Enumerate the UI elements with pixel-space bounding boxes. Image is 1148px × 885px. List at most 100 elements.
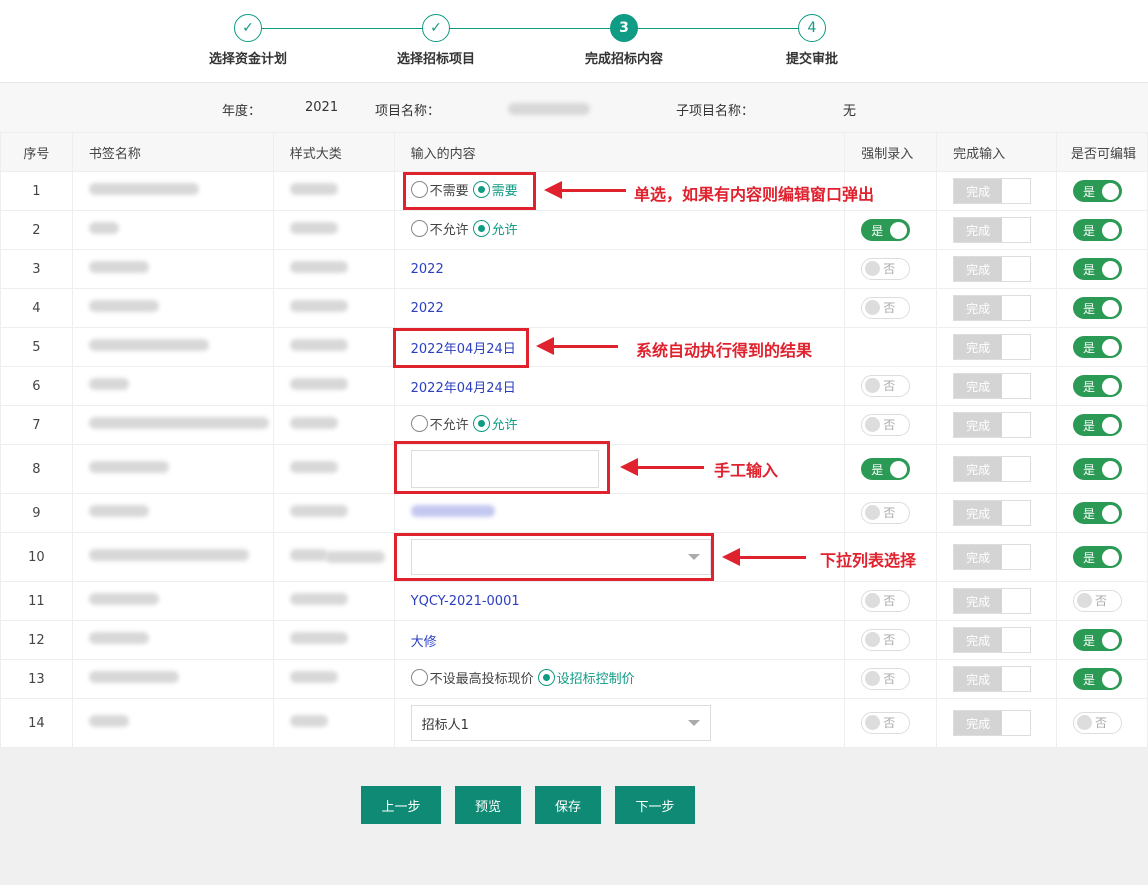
row-index: 11 (0, 581, 73, 621)
force-toggle[interactable]: 否 (861, 667, 911, 690)
done-toggle[interactable]: 完成 (953, 178, 1032, 204)
toggle-label: 否 (1095, 594, 1108, 609)
toggle-label: 是 (871, 223, 884, 238)
force-cell: 否 (844, 581, 938, 621)
content-value-redacted (410, 505, 495, 517)
done-toggle[interactable]: 完成 (953, 456, 1032, 482)
force-toggle[interactable]: 否 (861, 711, 911, 734)
done-toggle[interactable]: 完成 (953, 627, 1032, 653)
content-cell (393, 493, 846, 533)
done-toggle[interactable]: 完成 (953, 544, 1032, 570)
editable-toggle[interactable]: 是 (1073, 258, 1123, 280)
radio-option[interactable]: 设招标控制价 (537, 668, 635, 687)
editable-toggle[interactable]: 是 (1073, 219, 1123, 241)
done-toggle[interactable]: 完成 (953, 295, 1032, 321)
done-toggle[interactable]: 完成 (953, 666, 1032, 692)
radio-option[interactable]: 允许 (472, 414, 518, 433)
style-category-redacted (272, 288, 395, 328)
force-toggle[interactable]: 否 (861, 628, 911, 651)
toggle-knob (865, 261, 881, 277)
radio-label: 允许 (491, 223, 518, 238)
toggle-label: 是 (1083, 301, 1096, 316)
project-value-redacted (508, 103, 590, 115)
editable-toggle[interactable]: 是 (1073, 297, 1123, 319)
next-step-button[interactable]: 下一步 (615, 786, 695, 824)
save-button[interactable]: 保存 (535, 786, 601, 824)
radio-option[interactable]: 不允许 (410, 219, 469, 238)
bookmark-name-redacted (71, 288, 274, 328)
toggle-knob (1102, 670, 1120, 688)
preview-button[interactable]: 预览 (455, 786, 521, 824)
editable-cell: 是 (1056, 620, 1148, 660)
annotation-note: 下拉列表选择 (820, 551, 917, 570)
table-row: 3 2022 否 完成 是 (0, 249, 1148, 289)
editable-toggle[interactable]: 是 (1073, 668, 1123, 690)
content-cell: YQCY-2021-0001 (393, 581, 846, 621)
editable-toggle[interactable]: 是 (1073, 336, 1123, 358)
toggle-label: 否 (883, 379, 896, 394)
radio-label: 不允许 (429, 223, 469, 238)
force-toggle[interactable]: 否 (861, 257, 911, 280)
annotation-arrow (544, 181, 626, 199)
style-category-redacted (272, 210, 395, 250)
toggle-knob (865, 300, 881, 316)
toggle-knob (1102, 182, 1120, 200)
editable-cell: 是 (1056, 171, 1148, 211)
done-cell: 完成 (936, 659, 1058, 699)
done-toggle[interactable]: 完成 (953, 500, 1032, 526)
toggle-knob (1102, 338, 1120, 356)
done-toggle[interactable]: 完成 (953, 710, 1032, 736)
table-row: 12 大修 否 完成 是 (0, 620, 1148, 660)
editable-toggle[interactable]: 否 (1073, 589, 1123, 612)
toggle-label: 是 (1083, 506, 1096, 521)
editable-toggle[interactable]: 是 (1073, 458, 1123, 480)
toggle-label: 是 (1083, 462, 1096, 477)
table-row: 7 不允许 允许 否 完成 是 (0, 405, 1148, 445)
force-toggle[interactable]: 否 (861, 501, 911, 524)
col-editable: 是否可编辑 (1056, 132, 1148, 172)
step-label: 选择招标项目 (396, 52, 475, 67)
col-bookmark: 书签名称 (71, 132, 274, 172)
editable-toggle[interactable]: 是 (1073, 414, 1123, 436)
row-index: 5 (0, 327, 73, 367)
step-number: 4 (798, 14, 826, 42)
done-toggle[interactable]: 完成 (953, 217, 1032, 243)
toggle-label: 是 (1083, 418, 1096, 433)
done-toggle[interactable]: 完成 (953, 334, 1032, 360)
editable-toggle[interactable]: 否 (1073, 711, 1123, 734)
done-toggle[interactable]: 完成 (953, 412, 1032, 438)
force-toggle[interactable]: 否 (861, 413, 911, 436)
dropdown-select[interactable]: 招标人1 (410, 705, 711, 741)
editable-toggle[interactable]: 是 (1073, 180, 1123, 202)
editable-cell: 是 (1056, 444, 1148, 494)
force-toggle[interactable]: 否 (861, 374, 911, 397)
table-row: 11 YQCY-2021-0001 否 完成 否 (0, 581, 1148, 621)
editable-toggle[interactable]: 是 (1073, 629, 1123, 651)
force-toggle[interactable]: 否 (861, 589, 911, 612)
force-toggle[interactable]: 是 (861, 219, 911, 241)
force-cell: 否 (844, 366, 938, 406)
toggle-knob (865, 671, 881, 687)
force-toggle[interactable]: 是 (861, 458, 911, 480)
prev-step-button[interactable]: 上一步 (361, 786, 441, 824)
radio-option[interactable]: 允许 (472, 219, 518, 238)
content-cell: 2022年04月24日 (393, 366, 846, 406)
step-3: 3 完成招标内容 (564, 14, 684, 67)
style-category-redacted (272, 249, 395, 289)
done-toggle[interactable]: 完成 (953, 373, 1032, 399)
editable-toggle[interactable]: 是 (1073, 375, 1123, 397)
toggle-label: 否 (883, 262, 896, 277)
done-toggle[interactable]: 完成 (953, 256, 1032, 282)
editable-toggle[interactable]: 是 (1073, 546, 1123, 568)
year-value: 2021 (305, 100, 339, 115)
done-label: 完成 (954, 667, 1003, 691)
done-toggle[interactable]: 完成 (953, 588, 1032, 614)
annotation-box (394, 441, 610, 494)
content-value: 2022 (410, 300, 444, 316)
radio-option[interactable]: 不设最高投标现价 (410, 668, 534, 687)
radio-option[interactable]: 不允许 (410, 414, 469, 433)
row-index: 14 (0, 698, 73, 748)
editable-toggle[interactable]: 是 (1073, 502, 1123, 524)
row-index: 4 (0, 288, 73, 328)
force-toggle[interactable]: 否 (861, 296, 911, 319)
